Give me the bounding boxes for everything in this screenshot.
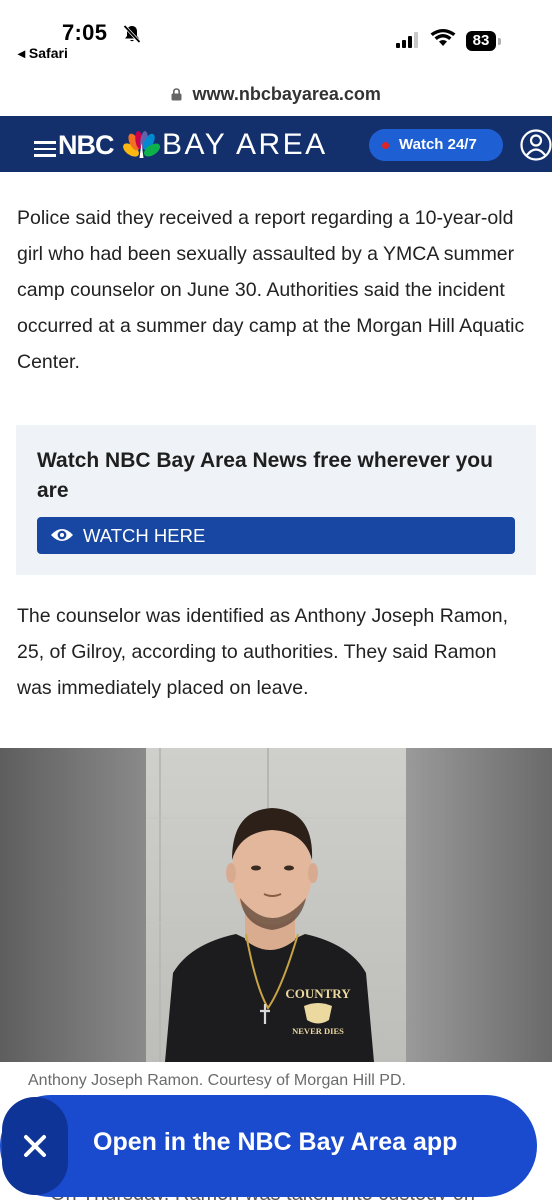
status-time: 7:05 (62, 20, 108, 45)
eye-icon (51, 529, 73, 541)
back-to-safari-link[interactable]: ◂ Safari (18, 45, 68, 62)
silent-mode-icon (123, 24, 141, 44)
status-bar: 7:05 ◂ Safari 83 (0, 0, 552, 70)
booking-photo-image: COUNTRY NEVER DIES (0, 748, 552, 1062)
open-in-app-banner[interactable]: Open in the NBC Bay Area app (0, 1095, 537, 1197)
account-icon[interactable] (519, 127, 552, 163)
promo-title: Watch NBC Bay Area News free wherever yo… (37, 449, 493, 502)
wifi-icon (430, 29, 456, 46)
url-text: www.nbcbayarea.com (192, 84, 381, 104)
watch-live-button[interactable]: Watch 24/7 (369, 129, 503, 161)
photo-caption: Anthony Joseph Ramon. Courtesy of Morgan… (28, 1072, 406, 1089)
peacock-logo-icon (123, 131, 160, 158)
logo-region[interactable]: BAY AREA (162, 128, 328, 162)
watch-here-label: WATCH HERE (83, 525, 206, 546)
article-paragraph: Police said they received a report regar… (17, 207, 525, 373)
article-photo[interactable]: COUNTRY NEVER DIES (0, 748, 552, 1062)
battery-level: 83 (466, 31, 496, 51)
lock-icon (171, 88, 182, 101)
article-paragraph: The counselor was identified as Anthony … (17, 605, 509, 699)
open-in-app-label: Open in the NBC Bay Area app (93, 1128, 458, 1156)
live-dot-icon (382, 142, 389, 149)
shirt-print-top: COUNTRY (285, 986, 351, 1001)
shirt-print-bottom: NEVER DIES (292, 1026, 344, 1036)
address-bar[interactable]: www.nbcbayarea.com (0, 84, 552, 114)
close-banner-button[interactable] (2, 1097, 68, 1195)
watch-here-button[interactable]: WATCH HERE (37, 517, 515, 554)
watch-live-label: Watch 24/7 (399, 136, 477, 153)
menu-icon[interactable] (34, 141, 56, 157)
close-icon (24, 1135, 46, 1157)
battery-icon: 83 (466, 31, 502, 51)
watch-promo-box: Watch NBC Bay Area News free wherever yo… (16, 425, 536, 575)
cellular-signal-icon (396, 32, 420, 48)
logo-nbc[interactable]: NBC (58, 130, 114, 161)
